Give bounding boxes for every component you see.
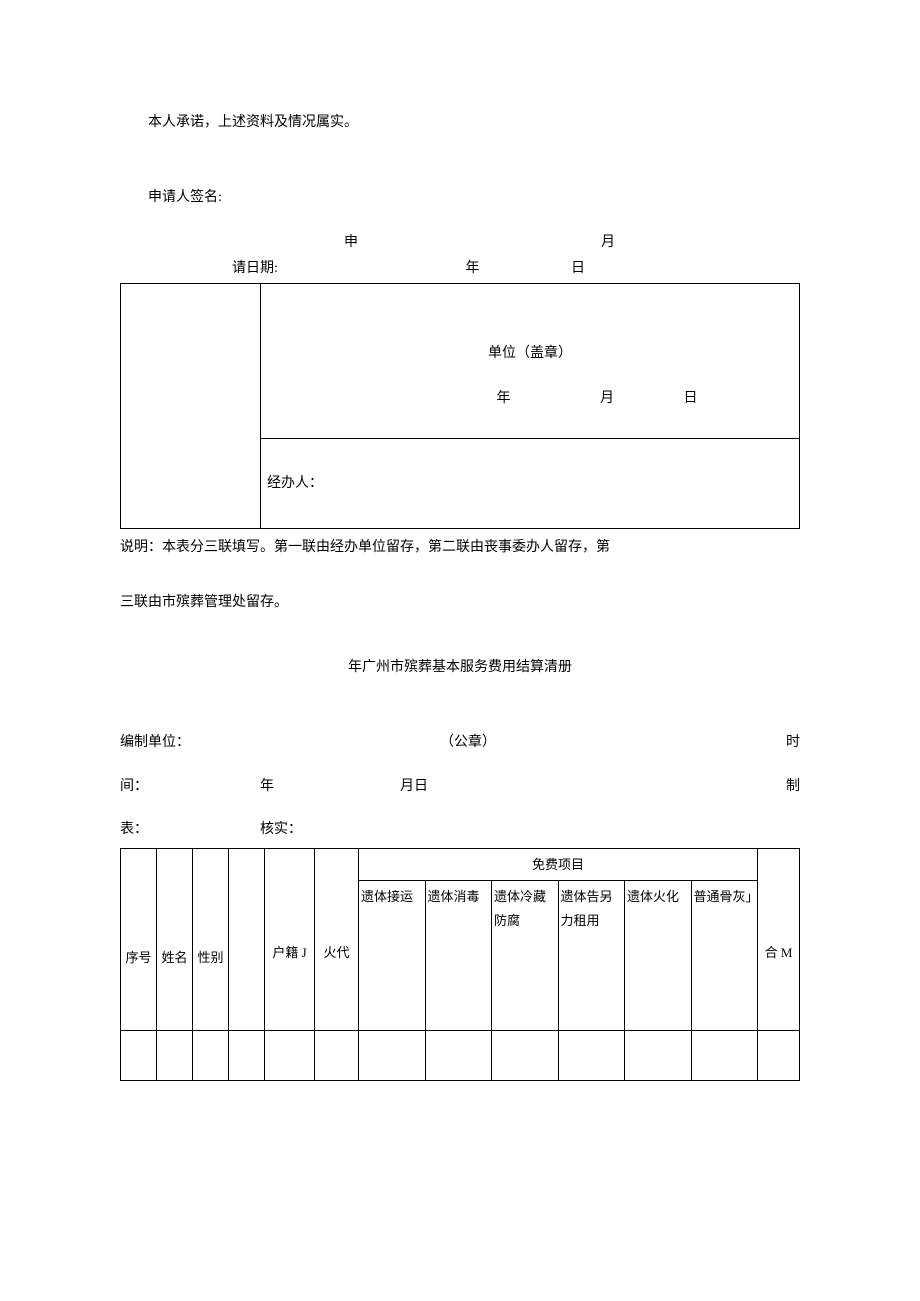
apply-date-label: 申请日期: [232,230,322,280]
th-c5: 遗体火化 [625,881,692,1031]
apply-date-month-day: 月日 [489,230,589,280]
meta-month-day: 月日 [400,774,760,799]
time-right-char: 时 [760,730,800,755]
table-row [121,1031,800,1081]
prep-unit-label: 编制单位： [120,730,440,755]
cell[interactable] [229,1031,265,1081]
stamp-left-cell [121,283,261,528]
table-label: 表： [120,817,260,842]
cell[interactable] [121,1031,157,1081]
th-seq: 序号 [121,848,157,1030]
verify-label: 核实： [260,817,800,842]
meta-row-2: 间： 年 月日 制 [120,774,800,799]
cell[interactable] [425,1031,492,1081]
handler-cell: 经办人： [261,438,800,528]
declaration-text: 本人承诺，上述资料及情况属实。 [120,110,800,135]
th-name: 姓名 [157,848,193,1030]
apply-date-row: 申请日期: 年 月日 [120,230,800,280]
th-c2: 遗体消毒 [425,881,492,1031]
stamp-table: 单位（盖章） 年 月 日 经办人： [120,283,800,529]
settlement-table: 序号 姓名 性别 户籍 J 火代 免费项目 合 M 遗体接运 遗体消毒 遗体冷藏… [120,848,800,1081]
apply-date-year: 年 [326,256,486,281]
cell[interactable] [691,1031,758,1081]
cell[interactable] [625,1031,692,1081]
meta-row-3: 表： 核实： [120,817,800,842]
cell[interactable] [359,1031,426,1081]
th-c6: 普通骨灰」 [691,881,758,1031]
cell[interactable] [265,1031,315,1081]
time-left-label: 间： [120,774,260,799]
cell[interactable] [558,1031,625,1081]
stamp-year: 年 [357,386,517,411]
th-c4: 遗体告另力租用 [558,881,625,1031]
handler-label: 经办人： [267,476,323,491]
stamp-day: 日 [624,386,704,411]
applicant-signature-label: 申请人签名: [120,185,800,210]
meta-row-1: 编制单位： （公章） 时 [120,730,800,755]
cell[interactable] [157,1031,193,1081]
th-c3: 遗体冷藏防腐 [492,881,559,1031]
cell[interactable] [492,1031,559,1081]
th-free-items: 免费项目 [359,848,758,880]
th-c1: 遗体接运 [359,881,426,1031]
th-total: 合 M [758,848,800,1030]
th-sex: 性别 [193,848,229,1030]
th-huodai: 火代 [315,848,359,1030]
th-huji: 户籍 J [265,848,315,1030]
stamp-month: 月 [520,386,620,411]
cell[interactable] [193,1031,229,1081]
stamp-date-row: 年 月 日 [261,386,799,411]
th-empty [229,848,265,1030]
meta-year: 年 [260,774,400,799]
unit-seal-label: 单位（盖章） [261,341,799,366]
note-line-2: 三联由市殡葬管理处留存。 [120,590,800,615]
cell[interactable] [758,1031,800,1081]
register-title: 年广州市殡葬基本服务费用结算清册 [120,655,800,680]
seal-label: （公章） [440,730,760,755]
stamp-cell: 单位（盖章） 年 月 日 [261,283,800,438]
note-line-1: 说明：本表分三联填写。第一联由经办单位留存，第二联由丧事委办人留存，第 [120,535,800,560]
cell[interactable] [315,1031,359,1081]
prep-right-char: 制 [760,774,800,799]
